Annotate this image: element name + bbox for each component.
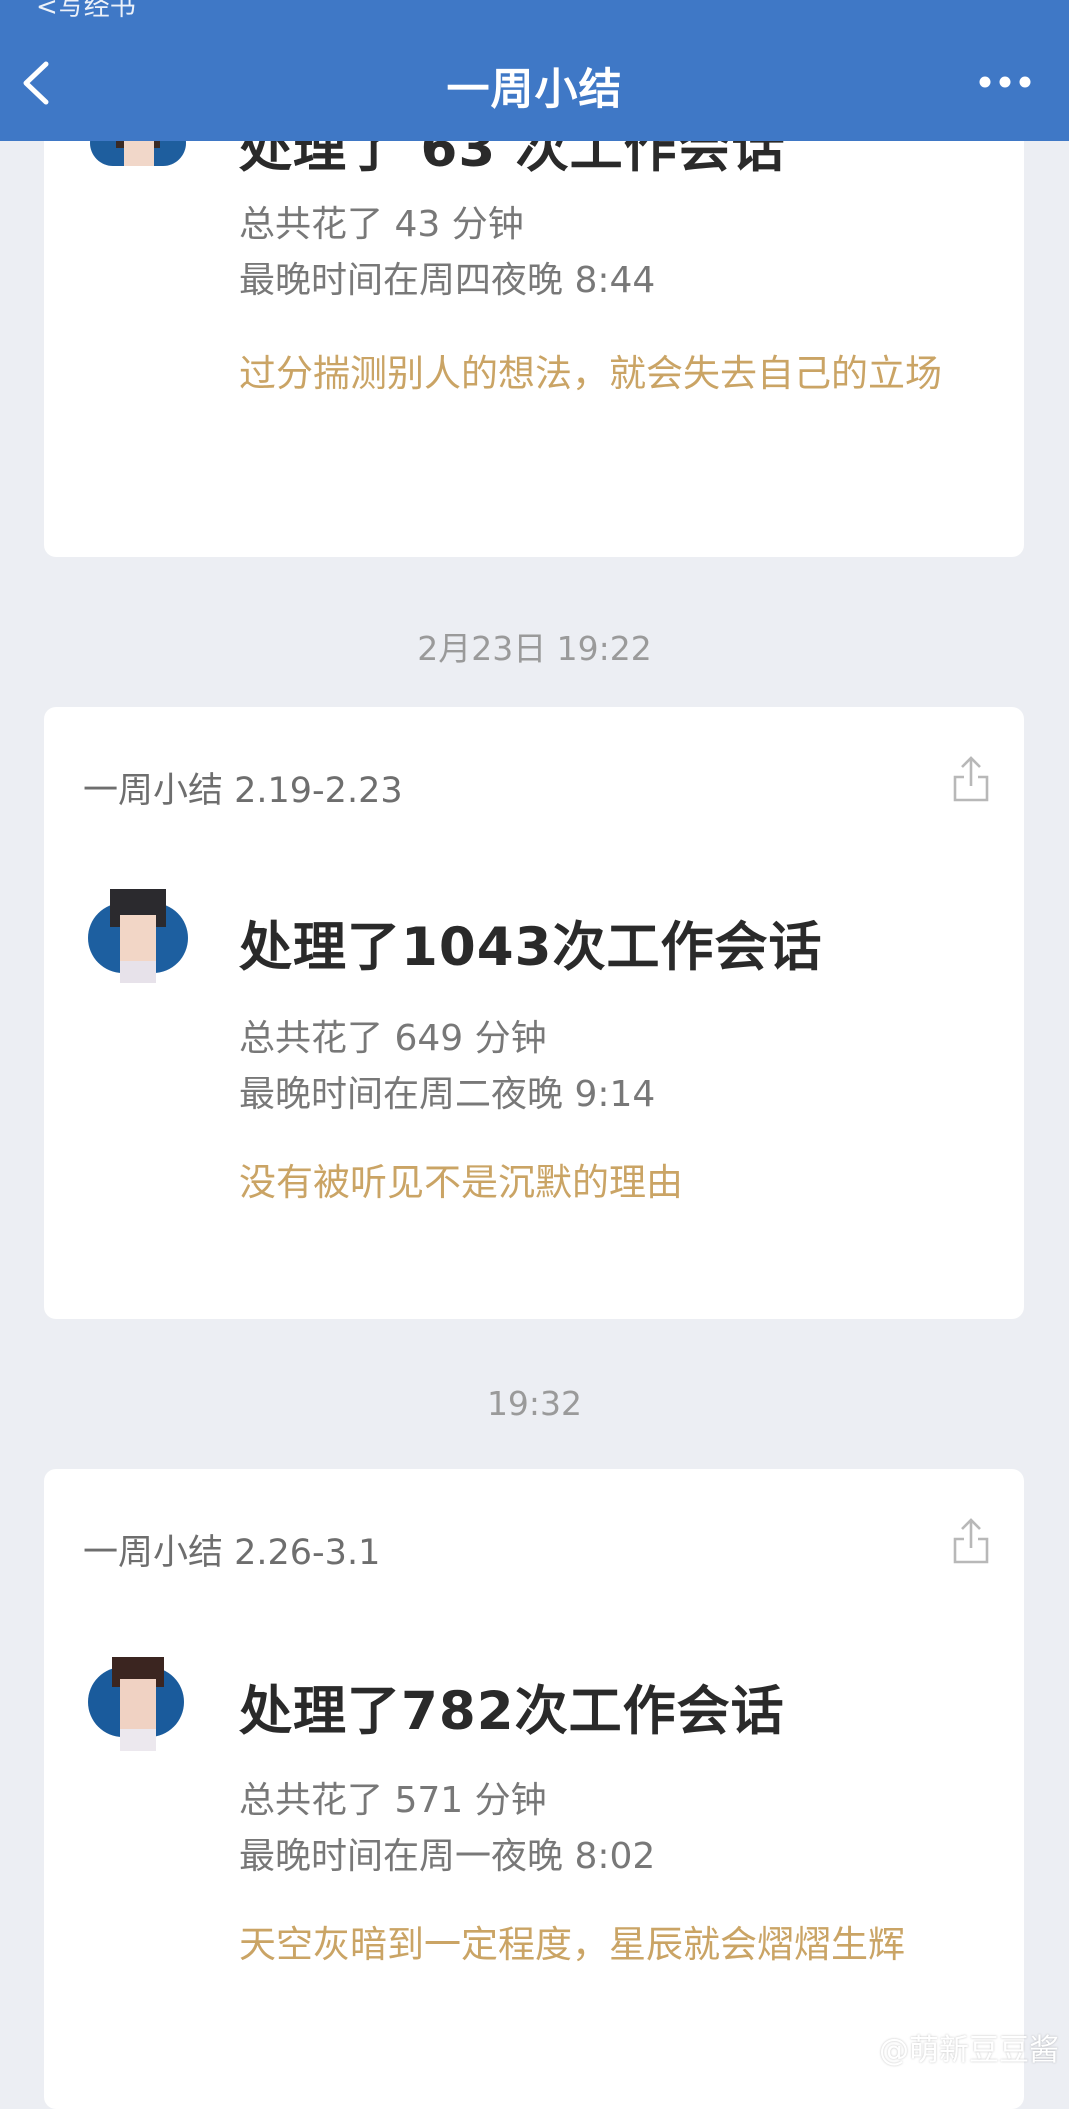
quote-text: 天空灰暗到一定程度，星辰就会熠熠生辉 bbox=[239, 1923, 905, 1966]
quote-text: 没有被听见不是沉默的理由 bbox=[239, 1161, 683, 1204]
latest-time-text: 最晚时间在周一夜晚 8:02 bbox=[239, 1836, 656, 1877]
summary-card[interactable]: 一周小结 2.26-3.1 处理了782次工作会话 总共花了 571 分钟 最晚… bbox=[44, 1469, 1024, 2109]
page-title: 一周小结 bbox=[446, 65, 623, 115]
avatar-image bbox=[86, 1657, 190, 1755]
nav-bar: <写经书 一周小结 bbox=[0, 0, 1069, 141]
session-count-headline: 处理了1043次工作会话 bbox=[239, 917, 823, 978]
avatar-image bbox=[86, 889, 190, 987]
timestamp: 19:32 bbox=[486, 1384, 583, 1423]
session-count-headline: 处理了782次工作会话 bbox=[239, 1681, 785, 1742]
avatar bbox=[86, 889, 190, 987]
latest-time-text: 最晚时间在周二夜晚 9:14 bbox=[239, 1074, 656, 1115]
summary-card[interactable]: 一周小结 2.19-2.23 处理了1043次工作会话 总共花了 649 分钟 … bbox=[44, 707, 1024, 1319]
timestamp: 2月23日 19:22 bbox=[417, 629, 652, 668]
avatar bbox=[86, 1657, 190, 1755]
card-header: 一周小结 2.19-2.23 bbox=[83, 771, 403, 811]
weibo-watermark: @萌新豆豆酱 bbox=[879, 2033, 1059, 2068]
total-time-text: 总共花了 571 分钟 bbox=[239, 1780, 547, 1821]
share-icon[interactable] bbox=[951, 1517, 991, 1565]
latest-time-text: 最晚时间在周四夜晚 8:44 bbox=[239, 260, 656, 301]
status-bar-fragment: <写经书 bbox=[36, 0, 136, 22]
total-time-text: 总共花了 649 分钟 bbox=[239, 1018, 547, 1059]
card-header: 一周小结 2.26-3.1 bbox=[83, 1533, 381, 1573]
quote-text: 过分揣测别人的想法，就会失去自己的立场 bbox=[239, 352, 942, 395]
more-options-icon[interactable] bbox=[977, 72, 1033, 92]
total-time-text: 总共花了 43 分钟 bbox=[239, 204, 524, 245]
share-icon[interactable] bbox=[951, 755, 991, 803]
